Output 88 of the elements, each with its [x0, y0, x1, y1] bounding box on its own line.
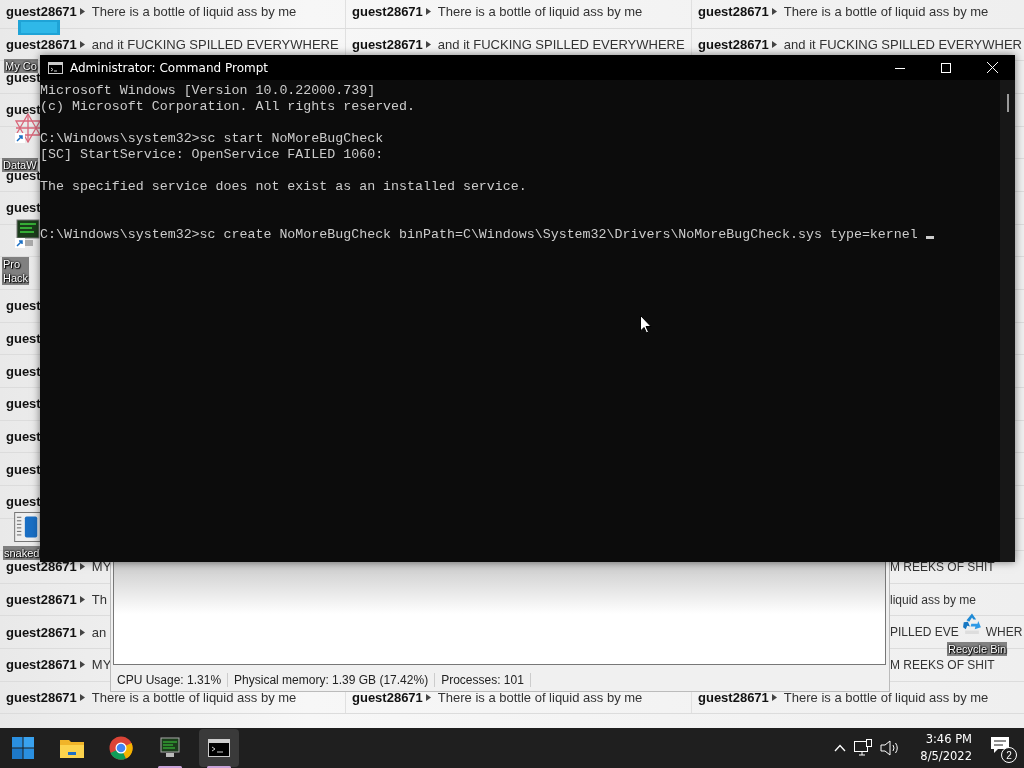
username: guest28671 [6, 4, 77, 20]
message-text: and it FUCKING SPILLED EVERYWHERE [91, 37, 339, 52]
caret-icon [425, 41, 431, 48]
caret-icon [425, 8, 431, 16]
username: guest [6, 330, 41, 346]
username: guest28671 [6, 37, 77, 52]
username: guest28671 [352, 690, 423, 706]
caret-icon [79, 41, 85, 48]
network-icon[interactable] [854, 739, 873, 757]
username: guest [6, 461, 41, 477]
caret-icon [79, 694, 85, 702]
clock-time[interactable]: 3:46 PM [925, 731, 972, 748]
console-line: [SC] StartService: OpenService FAILED 1060: [40, 147, 384, 162]
username: guest [6, 200, 41, 216]
username: guest28671 [698, 37, 769, 52]
status-text: Processes: 101 [435, 673, 531, 687]
icon-label: Recycle Bin [947, 642, 1008, 656]
console-line: (c) Microsoft Corporation. All rights reserved. [40, 99, 416, 114]
message-text: WHER [985, 625, 1023, 640]
close-icon [986, 62, 998, 73]
maximize-icon [941, 62, 951, 73]
username: guest28671 [352, 4, 423, 20]
icon-label: snaked [3, 546, 41, 560]
caret-icon [771, 8, 777, 16]
message-text: There is a bottle of liquid ass by me [437, 690, 643, 706]
username: guest28671 [352, 37, 423, 52]
notification-count: 2 [1001, 747, 1017, 763]
username: guest [6, 396, 41, 412]
message-text: MY [91, 657, 112, 673]
message-text: There is a bottle of liquid ass by me [437, 4, 643, 20]
message-text: Th [91, 592, 107, 608]
message-text: M REEKS OF SHIT [890, 657, 995, 672]
monitor-icon [159, 737, 181, 759]
console-line: The specified service does not exist as an installed service. [40, 179, 527, 194]
message-text: There is a bottle of liquid ass by me [783, 690, 989, 706]
username: guest28671 [698, 4, 769, 20]
browser-icon [109, 736, 133, 760]
caret-icon [79, 596, 85, 604]
username: guest28671 [6, 657, 77, 673]
message-text: There is a bottle of liquid ass by me [91, 690, 297, 706]
message-text: M REEKS OF SHIT [890, 560, 995, 574]
caret-icon [79, 661, 85, 669]
icon-label: DataW [2, 158, 38, 172]
scrollbar[interactable] [1000, 80, 1015, 562]
pointer-icon [640, 315, 652, 334]
speaker-icon[interactable] [880, 740, 901, 756]
console-line: C:\Windows\system32>sc start NoMoreBugCheck [40, 131, 384, 146]
window-title: Administrator: Command Prompt [70, 60, 268, 75]
console-line: C:\Windows\system32>sc create NoMoreBugCheck binPath=C\Windows\System32\Drivers\NoMoreBugCheck.sys type=kernel [40, 227, 918, 242]
text-cursor [925, 236, 934, 239]
computer-icon[interactable] [15, 218, 41, 248]
username: guest [6, 494, 41, 510]
username: guest28671 [698, 690, 769, 706]
taskbar-button[interactable] [199, 729, 239, 767]
message-text: liquid ass by me [890, 592, 977, 607]
username: guest [6, 363, 41, 379]
message-text: PILLED EVE [890, 625, 959, 640]
caret-icon [425, 694, 431, 702]
icon-label: Pro [2, 257, 30, 271]
console-line: Microsoft Windows [Version 10.0.22000.739] [40, 83, 376, 98]
message-text: and it FUCKING SPILLED EVERYWHER [783, 37, 1022, 52]
caret-icon [79, 8, 85, 16]
username: guest28671 [6, 624, 77, 640]
caret-icon [79, 563, 85, 571]
clock-date[interactable]: 8/5/2022 [920, 748, 972, 765]
status-text: Physical memory: 1.39 GB (17.42%) [228, 673, 436, 687]
chart-icon[interactable] [14, 512, 41, 542]
caret-icon [771, 694, 777, 702]
message-text: and it FUCKING SPILLED EVERYWHERE [437, 37, 685, 52]
terminal-icon [48, 61, 63, 74]
username: guest28671 [6, 592, 77, 608]
username: guest28671 [6, 690, 77, 706]
icon-label: Hack [2, 271, 30, 285]
caret-icon [771, 41, 777, 48]
username: guest28671 [6, 559, 77, 575]
caret-icon [79, 628, 85, 636]
chevron-up-icon[interactable] [834, 744, 847, 752]
username: guest [6, 102, 41, 118]
username: guest [6, 298, 41, 314]
status-text: CPU Usage: 1.31% [111, 673, 229, 687]
windows-icon [12, 737, 34, 759]
message-text: There is a bottle of liquid ass by me [91, 4, 297, 20]
folder-icon [60, 737, 84, 759]
username: guest [6, 428, 41, 444]
message-text: MY [91, 559, 112, 575]
message-text: an [91, 624, 107, 640]
message-text: There is a bottle of liquid ass by me [783, 4, 989, 20]
terminal-icon [208, 739, 230, 757]
